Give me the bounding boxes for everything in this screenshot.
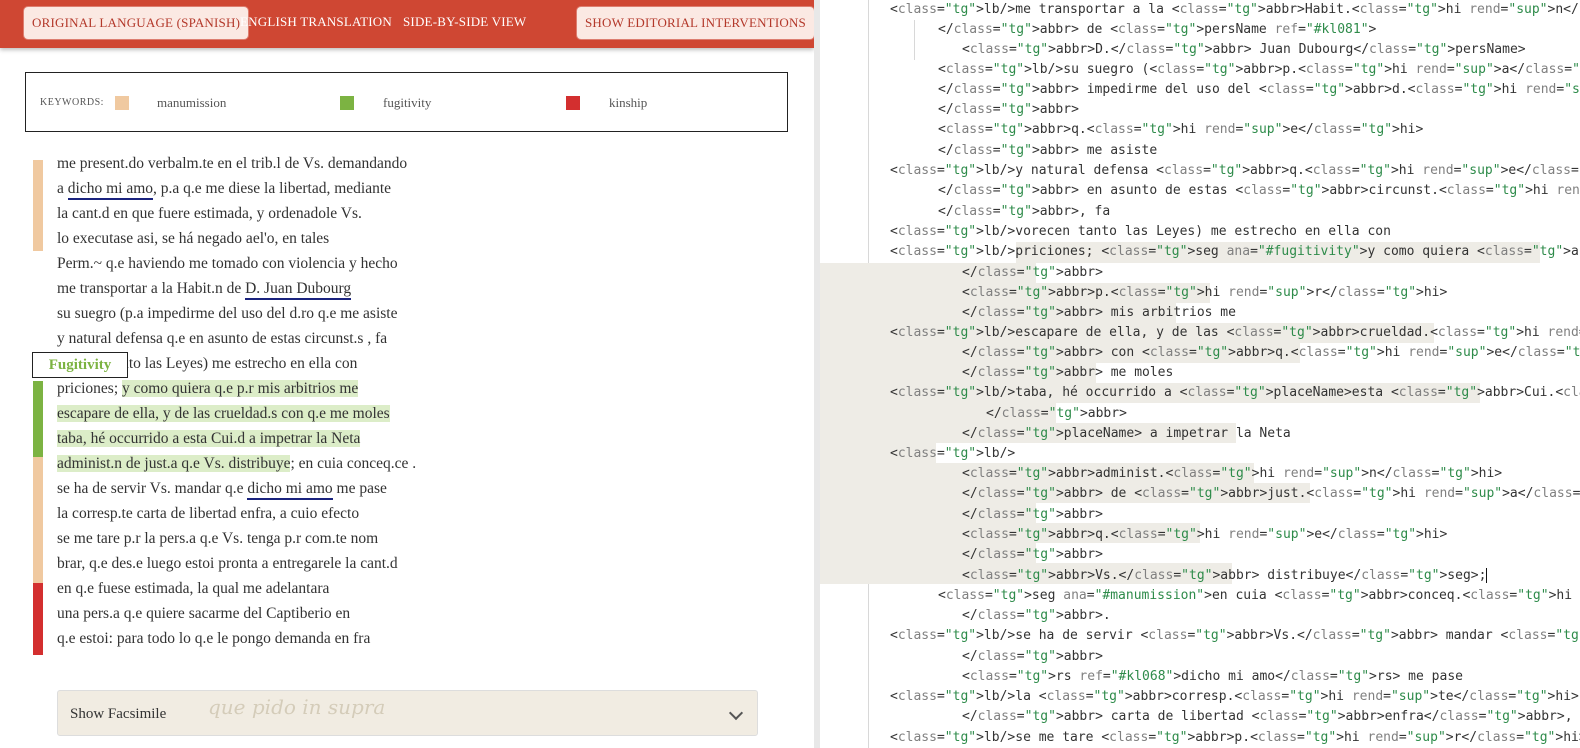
- keywords-legend: KEYWORDS: manumission fugitivity kinship: [25, 72, 788, 132]
- keyword-fugitivity[interactable]: fugitivity: [383, 73, 431, 133]
- code-line: <class="tg">lb/>escapare de ella, y de l…: [890, 325, 1580, 340]
- manumission-marker-bar[interactable]: [33, 160, 43, 251]
- fugitivity-highlight[interactable]: escapare de ella, y de las crueldad.s co…: [57, 405, 390, 422]
- code-line: <class="tg">abbr>q.<class="tg">hi rend="…: [962, 527, 1448, 542]
- fugitivity-swatch[interactable]: [340, 96, 354, 110]
- text-line: priciones; y como quiera q.e p.r mis arb…: [57, 380, 359, 397]
- person-reference-link[interactable]: D. Juan Dubourg: [245, 280, 352, 300]
- code-line: <class="tg">lb/>la <class="tg">abbr>corr…: [890, 689, 1579, 704]
- code-line: <class="tg">abbr>q.<class="tg">hi rend="…: [938, 122, 1424, 137]
- code-line: </class="tg">abbr> mis arbitrios me: [962, 305, 1236, 320]
- code-line: </class="tg">abbr>: [962, 649, 1103, 664]
- code-line: <class="tg">lb/>: [890, 446, 1016, 461]
- facsimile-preview-image: que pido in supra: [208, 695, 386, 719]
- transcription-panel: ORIGINAL LANGUAGE (SPANISH) ENGLISH TRAN…: [0, 0, 814, 748]
- tei-code-editor[interactable]: <class="tg">lb/>me transportar a la <cla…: [820, 0, 1580, 748]
- text-line: administ.n de just.a q.e Vs. distribuye;…: [57, 455, 417, 472]
- text-line: me transportar a la Habit.n de D. Juan D…: [57, 276, 352, 301]
- code-line: <class="tg">lb/>su suegro (<class="tg">a…: [938, 62, 1580, 77]
- text-line: se ha de servir Vs. mandar q.e dicho mi …: [57, 476, 387, 501]
- code-line: <class="tg">lb/>se ha de servir <class="…: [890, 628, 1580, 643]
- code-line: </class="tg">placeName> a impetrar la Ne…: [962, 426, 1291, 441]
- code-line: <class="tg">seg ana="#manumission">en cu…: [938, 588, 1580, 603]
- kinship-marker-bar[interactable]: [33, 583, 43, 655]
- text-line: su suegro (p.a impedirme del uso del d.r…: [57, 305, 398, 322]
- show-facsimile-toggle[interactable]: que pido in supra Show Facsimile: [57, 690, 758, 736]
- text-line: q.e estoi: para todo lo q.e le pongo dem…: [57, 630, 371, 647]
- show-facsimile-label: Show Facsimile: [70, 706, 167, 722]
- side-by-side-button[interactable]: SIDE-BY-SIDE VIEW: [403, 7, 526, 37]
- code-line: <class="tg">lb/>y natural defensa <class…: [890, 163, 1580, 178]
- text-line: brar, q.e des.e luego estoi pronta a ent…: [57, 555, 398, 572]
- show-editorial-interventions-button[interactable]: SHOW EDITORIAL INTERVENTIONS: [577, 7, 814, 39]
- text-line: en q.e fuese estimada, la qual me adelan…: [57, 580, 330, 597]
- code-line: </class="tg">abbr>: [962, 547, 1103, 562]
- fugitivity-highlight[interactable]: taba, hé occurrido a esta Cui.d a impetr…: [57, 430, 361, 447]
- text-cursor: [1486, 568, 1488, 583]
- code-line: </class="tg">abbr> carta de libertad <cl…: [962, 709, 1573, 724]
- text-line: y natural defensa q.e en asunto de estas…: [57, 330, 388, 347]
- code-line: <class="tg">lb/>vorecen tanto las Leyes)…: [890, 224, 1391, 239]
- text-line: la cant.d en que fuere estimada, y orden…: [57, 205, 362, 222]
- keywords-title: KEYWORDS:: [40, 97, 104, 108]
- text-line: Perm.~ q.e haviendo me tomado con violen…: [57, 255, 398, 272]
- text-line: taba, hé occurrido a esta Cui.d a impetr…: [57, 426, 361, 451]
- text-line: a dicho mi amo, p.a q.e me diese la libe…: [57, 176, 391, 201]
- code-line: <class="tg">abbr>Vs.</class="tg">abbr> d…: [962, 568, 1488, 583]
- fugitivity-highlight[interactable]: administ.n de just.a q.e Vs. distribuye: [57, 455, 291, 472]
- chevron-down-icon: [728, 705, 744, 721]
- code-line: </class="tg">abbr>: [962, 507, 1103, 522]
- indent-guide: [914, 20, 915, 60]
- code-line: <class="tg">abbr>D.</class="tg">abbr> Ju…: [962, 42, 1526, 57]
- code-line: </class="tg">abbr> de <class="tg">persNa…: [938, 22, 1377, 37]
- code-line: <class="tg">abbr>administ.<class="tg">hi…: [962, 466, 1503, 481]
- person-reference-link[interactable]: dicho mi amo: [247, 480, 333, 500]
- code-line: <class="tg">lb/>taba, hé occurrido a <cl…: [890, 385, 1580, 400]
- code-line: </class="tg">abbr> de <class="tg">abbr>j…: [962, 486, 1580, 501]
- code-line: <class="tg">rs ref="#kl068">dicho mi amo…: [962, 669, 1463, 684]
- code-line: </class="tg">abbr>: [962, 265, 1103, 280]
- fugitivity-marker-bar[interactable]: [33, 381, 43, 457]
- code-line: <class="tg">lb/>priciones; <class="tg">s…: [890, 244, 1580, 259]
- text-line: lo executase asi, se há negado ael'o, en…: [57, 230, 330, 247]
- code-line: </class="tg">abbr> me moles: [962, 365, 1174, 380]
- english-translation-button[interactable]: ENGLISH TRANSLATION: [240, 7, 392, 37]
- text-line: me present.do verbalm.te en el trib.l de…: [57, 155, 408, 172]
- code-line: <class="tg">lb/>me transportar a la <cla…: [890, 2, 1580, 17]
- keyword-kinship[interactable]: kinship: [609, 73, 647, 133]
- text-line: la corresp.te carta de libertad enfra, a…: [57, 505, 360, 522]
- person-reference-link[interactable]: dicho mi amo: [67, 180, 154, 200]
- code-line: </class="tg">abbr>: [938, 102, 1079, 117]
- keyword-manumission[interactable]: manumission: [157, 73, 226, 133]
- fugitivity-highlight[interactable]: y como quiera q.e p.r mis arbitrios me: [122, 380, 359, 397]
- manumission-marker-bar[interactable]: [33, 457, 43, 583]
- original-language-button[interactable]: ORIGINAL LANGUAGE (SPANISH): [24, 7, 249, 39]
- code-line: </class="tg">abbr> impedirme del uso del…: [938, 82, 1580, 97]
- code-line: </class="tg">abbr>, fa: [938, 204, 1111, 219]
- code-line: </class="tg">abbr>.: [962, 608, 1111, 623]
- code-line: <class="tg">abbr>p.<class="tg">hi rend="…: [962, 285, 1448, 300]
- code-line: <class="tg">lb/>se me tare <class="tg">a…: [890, 730, 1580, 745]
- text-line: escapare de ella, y de las crueldad.s co…: [57, 401, 390, 426]
- code-line: </class="tg">abbr> en asunto de estas <c…: [938, 183, 1580, 198]
- manumission-swatch[interactable]: [115, 96, 129, 110]
- code-line: </class="tg">abbr> con <class="tg">abbr>…: [962, 345, 1580, 360]
- kinship-swatch[interactable]: [566, 96, 580, 110]
- code-line: </class="tg">abbr>: [986, 406, 1127, 421]
- text-line: una pers.a q.e quiere sacarme del Captib…: [57, 605, 351, 622]
- code-line: </class="tg">abbr> me asiste: [938, 143, 1158, 158]
- view-toolbar: ORIGINAL LANGUAGE (SPANISH) ENGLISH TRAN…: [0, 0, 814, 48]
- fugitivity-annotation-tag: Fugitivity: [32, 352, 128, 378]
- text-line: se me tare p.r la pers.a q.e Vs. tenga p…: [57, 530, 379, 547]
